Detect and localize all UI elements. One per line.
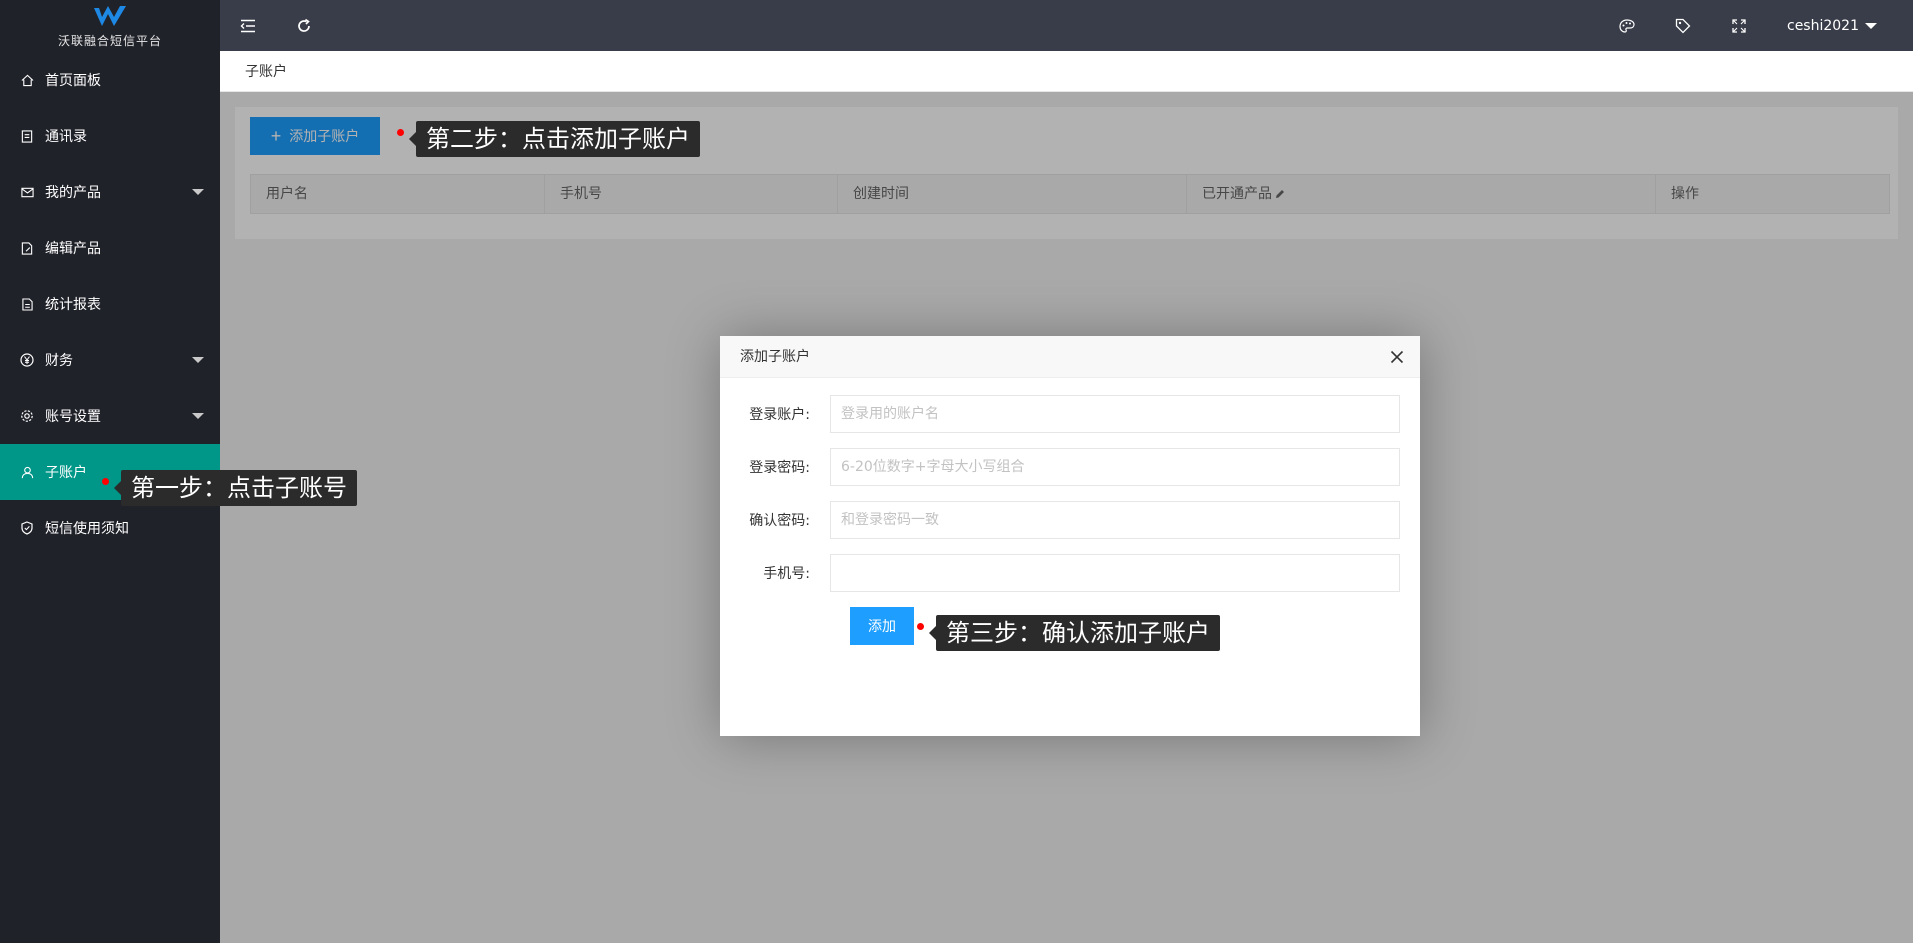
account-input[interactable] (830, 395, 1400, 433)
report-icon (20, 297, 34, 311)
chevron-down-icon (192, 357, 204, 363)
brand-logo[interactable]: 沃联融合短信平台 (0, 0, 220, 52)
sidebar-item-my-products[interactable]: 我的产品 (0, 164, 220, 220)
annotation-step1: 第一步：点击子账号 (114, 470, 357, 506)
sub-account-form: 登录账户: 登录密码: 确认密码: 手机号: 添加 (720, 378, 1420, 645)
theme-button[interactable] (1599, 0, 1655, 51)
confirm-password-input[interactable] (830, 501, 1400, 539)
sidebar-item-dashboard[interactable]: 首页面板 (0, 52, 220, 108)
refresh-button[interactable] (276, 0, 332, 51)
fullscreen-icon (1732, 18, 1746, 33)
mail-icon (20, 185, 34, 199)
sidebar-item-label: 子账户 (45, 465, 87, 481)
menu-collapse-icon (240, 19, 255, 32)
password-label: 登录密码: (749, 460, 810, 476)
sidebar-item-label: 通讯录 (45, 129, 87, 145)
tag-button[interactable] (1655, 0, 1711, 51)
annotation-dot-step2 (397, 129, 404, 136)
account-label: 登录账户: (749, 407, 810, 423)
brand-logo-icon (94, 5, 126, 26)
annotation-dot-step3 (917, 623, 924, 630)
refresh-icon (298, 18, 310, 32)
annotation-step3: 第三步：确认添加子账户 (929, 615, 1220, 651)
sidebar-item-account-settings[interactable]: 账号设置 (0, 388, 220, 444)
tag-icon (1675, 18, 1691, 33)
sidebar-item-label: 编辑产品 (45, 241, 101, 257)
submit-add-button[interactable]: 添加 (850, 607, 914, 645)
chevron-down-icon (1865, 22, 1877, 29)
chevron-down-icon (192, 413, 204, 419)
form-row-password: 登录密码: (740, 448, 1400, 486)
edit-doc-icon (20, 241, 34, 255)
fullscreen-button[interactable] (1711, 0, 1767, 51)
sidebar-item-edit-product[interactable]: 编辑产品 (0, 220, 220, 276)
annotation-step2: 第二步：点击添加子账户 (409, 121, 700, 157)
phone-input[interactable] (830, 554, 1400, 592)
user-menu[interactable]: ceshi2021 (1767, 18, 1913, 34)
add-sub-account-dialog: 添加子账户 登录账户: 登录密码: 确认密码: 手机号: 添加 (720, 336, 1420, 736)
sidebar-item-label: 短信使用须知 (45, 521, 129, 537)
top-header: ceshi2021 (220, 0, 1913, 51)
password-input[interactable] (830, 448, 1400, 486)
sidebar-item-label: 账号设置 (45, 409, 101, 425)
sidebar-item-sms-notice[interactable]: 短信使用须知 (0, 500, 220, 556)
form-row-phone: 手机号: (740, 554, 1400, 592)
chevron-down-icon (192, 189, 204, 195)
menu-collapse-button[interactable] (220, 0, 276, 51)
theme-icon (1619, 18, 1635, 33)
user-icon (20, 465, 34, 479)
form-row-account: 登录账户: (740, 395, 1400, 433)
annotation-dot-step1 (102, 478, 109, 485)
brand-name: 沃联融合短信平台 (57, 33, 162, 48)
form-row-confirm-password: 确认密码: (740, 501, 1400, 539)
sidebar-item-label: 统计报表 (45, 297, 101, 313)
dialog-title: 添加子账户 (740, 349, 810, 365)
dialog-header: 添加子账户 (720, 336, 1420, 378)
phone-label: 手机号: (763, 566, 810, 582)
tab-sub-accounts[interactable]: 子账户 (245, 61, 287, 81)
sidebar-item-label: 首页面板 (45, 73, 101, 89)
shield-icon (20, 521, 34, 535)
sidebar-item-label: 我的产品 (45, 185, 101, 201)
sidebar-item-contacts[interactable]: 通讯录 (0, 108, 220, 164)
sidebar-item-finance[interactable]: 财务 (0, 332, 220, 388)
sidebar-item-label: 财务 (45, 353, 73, 369)
sidebar-item-reports[interactable]: 统计报表 (0, 276, 220, 332)
username: ceshi2021 (1787, 17, 1859, 34)
home-icon (20, 73, 34, 87)
contacts-icon (20, 129, 34, 143)
gear-icon (20, 409, 34, 423)
yen-icon (20, 353, 34, 367)
close-icon[interactable] (1389, 349, 1405, 365)
page-tabbar: 子账户 (220, 51, 1913, 92)
confirm-password-label: 确认密码: (749, 513, 810, 529)
